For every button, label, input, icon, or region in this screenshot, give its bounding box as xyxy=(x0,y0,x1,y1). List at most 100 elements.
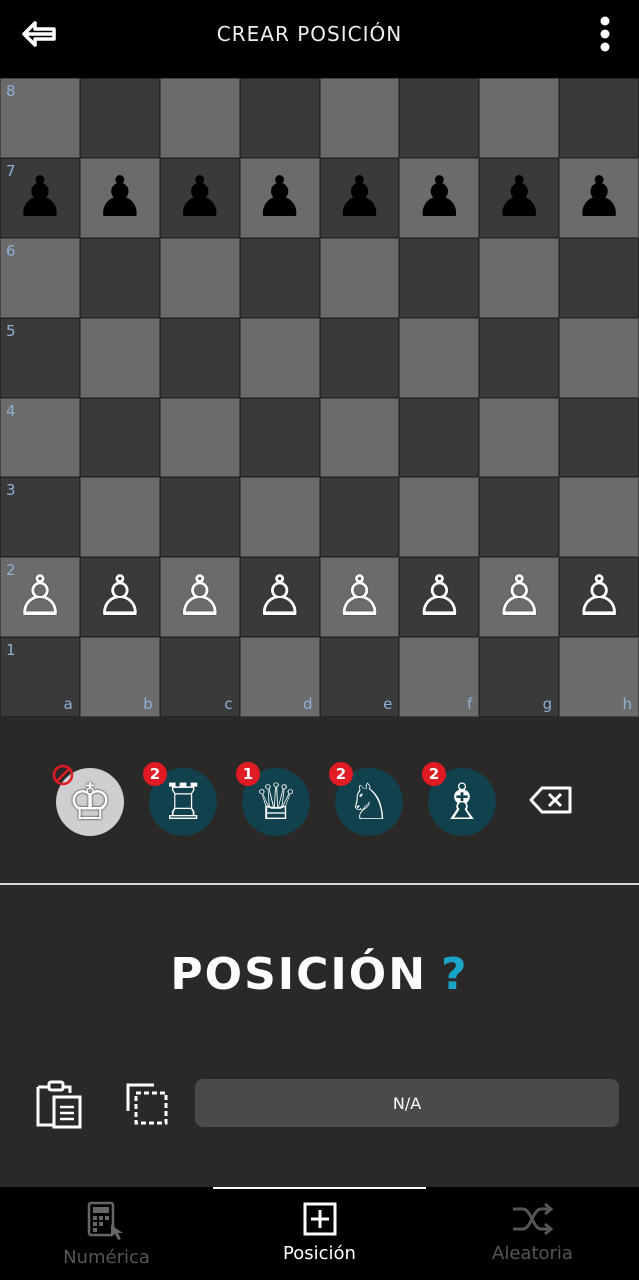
square-e1[interactable]: e xyxy=(319,637,400,717)
rank-label: 1 xyxy=(6,641,16,660)
black-pawn-icon[interactable]: ♟ xyxy=(574,169,624,226)
square-b3[interactable] xyxy=(79,477,160,558)
palette-knight[interactable]: 2 ♘ xyxy=(329,762,403,836)
nav-numerica[interactable]: Numérica xyxy=(0,1187,213,1280)
white-pawn-icon[interactable]: ♙ xyxy=(95,569,145,625)
square-c5[interactable] xyxy=(159,317,240,398)
square-f6[interactable] xyxy=(399,237,480,318)
square-e5[interactable] xyxy=(319,317,400,398)
square-f3[interactable] xyxy=(399,477,480,558)
rank-label: 4 xyxy=(6,401,16,420)
square-a7[interactable]: 7 ♟ xyxy=(0,157,80,238)
black-pawn-icon[interactable]: ♟ xyxy=(334,169,384,226)
square-e6[interactable] xyxy=(319,237,400,318)
square-a2[interactable]: 2 ♙ xyxy=(0,557,80,638)
white-pawn-icon[interactable]: ♙ xyxy=(254,569,304,625)
black-pawn-icon[interactable]: ♟ xyxy=(175,169,225,226)
square-g5[interactable] xyxy=(479,317,560,398)
square-g6[interactable] xyxy=(479,237,560,318)
square-c8[interactable] xyxy=(159,78,240,158)
square-e4[interactable] xyxy=(319,397,400,478)
black-pawn-icon[interactable]: ♟ xyxy=(414,169,464,226)
square-d3[interactable] xyxy=(239,477,320,558)
file-label: g xyxy=(542,695,553,713)
square-c7[interactable]: ♟ xyxy=(159,157,240,238)
file-label: c xyxy=(224,695,233,713)
square-e8[interactable] xyxy=(319,78,400,158)
square-b7[interactable]: ♟ xyxy=(79,157,160,238)
square-b8[interactable] xyxy=(79,78,160,158)
square-b5[interactable] xyxy=(79,317,160,398)
square-d1[interactable]: d xyxy=(239,637,320,717)
palette-rook[interactable]: 2 ♖ xyxy=(143,762,217,836)
square-b1[interactable]: b xyxy=(79,637,160,717)
square-c3[interactable] xyxy=(159,477,240,558)
palette-king[interactable]: ♔ xyxy=(52,764,124,836)
square-d7[interactable]: ♟ xyxy=(239,157,320,238)
square-h1[interactable]: h xyxy=(559,637,639,717)
white-pawn-icon[interactable]: ♙ xyxy=(334,569,384,625)
square-h3[interactable] xyxy=(559,477,639,558)
square-d6[interactable] xyxy=(239,237,320,318)
square-f2[interactable]: ♙ xyxy=(399,557,480,638)
square-b2[interactable]: ♙ xyxy=(79,557,160,638)
square-c1[interactable]: c xyxy=(159,637,240,717)
square-a5[interactable]: 5 xyxy=(0,317,80,398)
square-a3[interactable]: 3 xyxy=(0,477,80,558)
black-pawn-icon[interactable]: ♟ xyxy=(254,169,304,226)
white-pawn-icon[interactable]: ♙ xyxy=(414,569,464,625)
palette-queen[interactable]: 1 ♕ xyxy=(236,762,310,836)
square-a8[interactable]: 8 xyxy=(0,78,80,158)
square-g7[interactable]: ♟ xyxy=(479,157,560,238)
square-f1[interactable]: f xyxy=(399,637,480,717)
square-c2[interactable]: ♙ xyxy=(159,557,240,638)
square-g2[interactable]: ♙ xyxy=(479,557,560,638)
square-h8[interactable] xyxy=(559,78,639,158)
white-pawn-icon[interactable]: ♙ xyxy=(574,569,624,625)
square-c6[interactable] xyxy=(159,237,240,318)
nav-posicion[interactable]: Posición xyxy=(213,1187,426,1280)
square-f5[interactable] xyxy=(399,317,480,398)
more-menu-button[interactable] xyxy=(593,14,617,54)
square-a1[interactable]: 1a xyxy=(0,637,80,717)
square-b6[interactable] xyxy=(79,237,160,318)
square-f4[interactable] xyxy=(399,397,480,478)
copy-button[interactable] xyxy=(124,1081,170,1127)
white-bishop-icon: ♗ xyxy=(439,773,485,831)
white-pawn-icon[interactable]: ♙ xyxy=(175,569,225,625)
nav-aleatoria-label: Aleatoria xyxy=(492,1243,573,1264)
square-f7[interactable]: ♟ xyxy=(399,157,480,238)
square-e3[interactable] xyxy=(319,477,400,558)
square-h2[interactable]: ♙ xyxy=(559,557,639,638)
black-pawn-icon[interactable]: ♟ xyxy=(494,169,544,226)
square-g8[interactable] xyxy=(479,78,560,158)
square-d4[interactable] xyxy=(239,397,320,478)
square-a6[interactable]: 6 xyxy=(0,237,80,318)
white-pawn-icon[interactable]: ♙ xyxy=(15,569,65,625)
square-g1[interactable]: g xyxy=(479,637,560,717)
erase-button[interactable] xyxy=(528,785,574,815)
fen-value-field[interactable]: N/A xyxy=(195,1079,619,1127)
square-f8[interactable] xyxy=(399,78,480,158)
black-pawn-icon[interactable]: ♟ xyxy=(15,169,65,226)
nav-aleatoria[interactable]: Aleatoria xyxy=(426,1187,639,1280)
square-b4[interactable] xyxy=(79,397,160,478)
square-g3[interactable] xyxy=(479,477,560,558)
square-h7[interactable]: ♟ xyxy=(559,157,639,238)
square-c4[interactable] xyxy=(159,397,240,478)
square-d8[interactable] xyxy=(239,78,320,158)
square-d5[interactable] xyxy=(239,317,320,398)
square-d2[interactable]: ♙ xyxy=(239,557,320,638)
palette-bishop[interactable]: 2 ♗ xyxy=(422,762,496,836)
white-pawn-icon[interactable]: ♙ xyxy=(494,569,544,625)
square-h5[interactable] xyxy=(559,317,639,398)
white-king-icon: ♔ xyxy=(67,773,113,831)
square-e7[interactable]: ♟ xyxy=(319,157,400,238)
square-h6[interactable] xyxy=(559,237,639,318)
paste-button[interactable] xyxy=(32,1077,86,1131)
square-e2[interactable]: ♙ xyxy=(319,557,400,638)
square-h4[interactable] xyxy=(559,397,639,478)
black-pawn-icon[interactable]: ♟ xyxy=(95,169,145,226)
square-g4[interactable] xyxy=(479,397,560,478)
square-a4[interactable]: 4 xyxy=(0,397,80,478)
